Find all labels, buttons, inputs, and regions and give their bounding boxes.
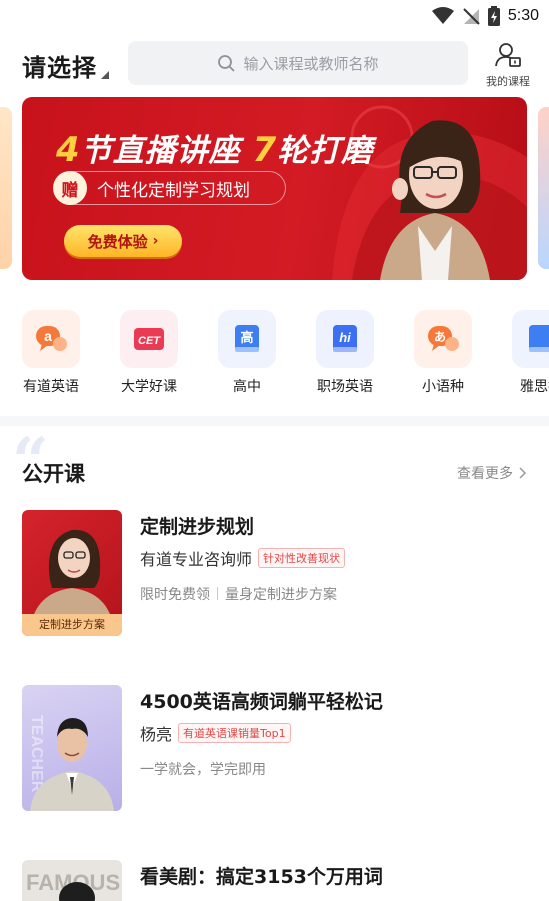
promo-banner[interactable]: 4节直播讲座 7轮打磨 赠 个性化定制学习规划 免费体验 ›: [22, 97, 527, 280]
desc-divider: [217, 587, 218, 600]
course-description: 限时免费领 量身定制进步方案: [140, 584, 337, 604]
course-tag: 有道英语课销量Top1: [178, 723, 291, 743]
minor-language-icon: あ: [428, 326, 459, 351]
region-selector[interactable]: 请选择: [22, 48, 109, 83]
category-tile: a: [22, 310, 80, 368]
category-label: 小语种: [422, 379, 464, 395]
svg-text:hi: hi: [339, 330, 351, 345]
category-minor-languages[interactable]: あ 小语种: [401, 310, 485, 396]
chevron-right-icon: ›: [152, 233, 159, 249]
category-label: 雅思托: [520, 379, 549, 395]
course-title: 4500英语高频词躺平轻松记: [140, 691, 383, 713]
top-header: 请选择 输入课程或教师名称 我的课程: [0, 38, 549, 90]
course-card[interactable]: TEACHER 4500英语高频词躺平轻松记 杨亮 有道英语课销量Top1 一学…: [22, 685, 527, 811]
category-college-courses[interactable]: CET 大学好课: [107, 310, 191, 396]
svg-text:高: 高: [240, 330, 253, 346]
banner-next-peek[interactable]: [538, 107, 549, 269]
svg-text:a: a: [44, 328, 52, 344]
free-trial-button[interactable]: 免费体验 ›: [64, 225, 182, 257]
banner-num-1: 4: [56, 130, 81, 170]
course-desc-part: 一学就会，学完即用: [140, 762, 266, 778]
course-desc-part: 限时免费领: [140, 587, 210, 603]
category-tile: 高: [218, 310, 276, 368]
status-time: 5:30: [507, 7, 539, 24]
category-youdao-english[interactable]: a 有道英语: [9, 310, 93, 396]
course-tag: 针对性改善现状: [258, 548, 346, 568]
category-tile: [512, 310, 549, 368]
search-placeholder: 输入课程或教师名称: [243, 54, 379, 73]
banner-headline: 4节直播讲座 7轮打磨: [56, 125, 373, 170]
banner-headline-part-1: 节直播讲座: [80, 133, 241, 169]
teacher-portrait: FAMOUS: [26, 870, 120, 901]
category-tile: CET: [120, 310, 178, 368]
svg-text:CET: CET: [138, 335, 161, 347]
course-thumbnail: TEACHER: [22, 685, 122, 811]
category-label: 职场英语: [317, 379, 373, 395]
teacher-portrait: TEACHER: [28, 715, 114, 811]
course-card[interactable]: 定制进步方案 定制进步规划 有道专业咨询师 针对性改善现状 限时免费领 量身定制进…: [22, 510, 527, 636]
category-workplace-english[interactable]: hi 职场英语: [303, 310, 387, 396]
wifi-icon: [431, 7, 454, 24]
category-ielts[interactable]: 雅思托: [499, 310, 549, 396]
category-label: 大学好课: [121, 379, 177, 395]
course-meta: 杨亮 有道英语课销量Top1: [140, 721, 291, 745]
category-tile: あ: [414, 310, 472, 368]
high-school-icon: 高: [235, 325, 259, 352]
course-thumbnail: FAMOUS: [22, 860, 122, 901]
banner-num-2: 7: [252, 130, 278, 170]
section-divider: [0, 416, 549, 426]
no-signal-icon: [463, 8, 480, 25]
teacher-portrait: [380, 120, 490, 280]
cet-icon: CET: [134, 328, 164, 350]
youdao-english-icon: a: [36, 326, 67, 351]
course-teacher: 杨亮: [140, 725, 173, 744]
thumbnail-watermark: TEACHER: [28, 715, 45, 793]
my-courses-button[interactable]: 我的课程: [480, 42, 536, 89]
category-label: 有道英语: [23, 379, 79, 395]
chevron-right-icon: [519, 467, 527, 479]
section-title: 公开课: [22, 462, 85, 486]
course-meta: 有道专业咨询师 针对性改善现状: [140, 546, 346, 570]
status-icons: 5:30: [431, 4, 539, 28]
status-bar: 5:30: [0, 0, 549, 32]
course-title: 定制进步规划: [140, 516, 255, 538]
course-description: 一学就会，学完即用: [140, 759, 266, 779]
course-title: 看美剧：搞定3153个万用词: [140, 866, 383, 888]
gift-badge: 赠: [53, 171, 87, 205]
svg-text:あ: あ: [434, 330, 446, 344]
category-tile: hi: [316, 310, 374, 368]
thumbnail-caption: 定制进步方案: [22, 614, 122, 636]
course-teacher: 有道专业咨询师: [140, 550, 253, 569]
region-label: 请选择: [22, 54, 97, 82]
battery-icon: [487, 6, 500, 26]
ielts-icon: [529, 325, 549, 352]
banner-gift-pill: 赠 个性化定制学习规划: [53, 171, 286, 205]
course-thumbnail: 定制进步方案: [22, 510, 122, 636]
my-courses-label: 我的课程: [486, 75, 530, 88]
search-bar[interactable]: 输入课程或教师名称: [128, 41, 468, 85]
user-course-icon: [495, 43, 521, 67]
search-icon: [218, 55, 235, 72]
course-desc-part: 量身定制进步方案: [225, 587, 337, 603]
category-high-school[interactable]: 高 高中: [205, 310, 289, 396]
free-trial-label: 免费体验: [87, 232, 148, 251]
banner-prev-peek[interactable]: [0, 107, 12, 269]
view-more-link[interactable]: 查看更多: [457, 463, 527, 483]
view-more-label: 查看更多: [457, 466, 513, 482]
category-row: a 有道英语 CET 大学好课 高 高中 hi 职场英语 あ 小语种 雅思: [0, 310, 549, 400]
gift-text: 个性化定制学习规划: [97, 180, 250, 201]
caret-down-icon: [101, 71, 109, 79]
workplace-english-icon: hi: [333, 325, 357, 352]
category-label: 高中: [233, 379, 261, 395]
course-card[interactable]: FAMOUS 看美剧：搞定3153个万用词: [22, 860, 527, 901]
